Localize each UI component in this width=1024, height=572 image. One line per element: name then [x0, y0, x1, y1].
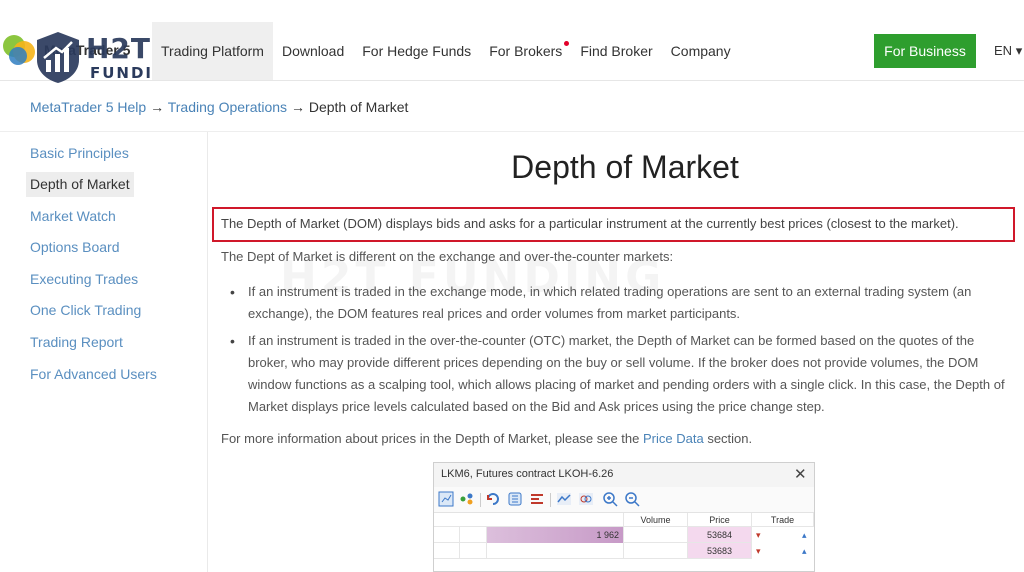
chevron-down-icon: ▾ [1015, 43, 1023, 58]
sidebar-item-one-click-trading[interactable]: One Click Trading [26, 298, 145, 323]
market-difference-text: The Dept of Market is different on the e… [221, 249, 674, 264]
price-data-link[interactable]: Price Data [643, 431, 704, 446]
sell-arrow-icon[interactable]: ▾ [756, 546, 761, 557]
top-navigation: MetaTrader 5 H2T FUNDING Trading Platfor… [0, 0, 1024, 83]
brand-name: H2T [86, 32, 152, 65]
chart-line-icon[interactable] [556, 491, 572, 507]
market-types-list: If an instrument is traded in the exchan… [230, 281, 1015, 423]
sidebar-item-options-board[interactable]: Options Board [26, 235, 124, 260]
dots-icon[interactable] [459, 491, 475, 507]
table-cell [434, 527, 460, 543]
depth-of-market-table: Volume Price Trade 1 962 53684 ▾ ▴ 53683… [434, 513, 814, 571]
column-header-trade: Trade [752, 513, 814, 527]
language-selector[interactable]: EN ▾ [994, 43, 1022, 59]
language-label: EN [994, 43, 1013, 58]
levels-icon[interactable] [529, 491, 545, 507]
depth-of-market-window: LKM6, Futures contract LKOH-6.26 ✕ Volum… [433, 462, 815, 572]
refresh-icon[interactable] [485, 491, 501, 507]
nav-for-brokers-label: For Brokers [489, 43, 563, 59]
breadcrumb-trading-operations-link[interactable]: Trading Operations [168, 99, 287, 115]
more-info-text: For more information about prices in the… [221, 428, 752, 450]
nav-download[interactable]: Download [273, 22, 353, 80]
main-menu: Trading Platform Download For Hedge Fund… [152, 22, 740, 80]
nav-find-broker[interactable]: Find Broker [571, 22, 661, 80]
breadcrumb-arrow-icon: → [290, 99, 305, 115]
sidebar-item-executing-trades[interactable]: Executing Trades [26, 267, 142, 292]
table-cell [487, 543, 624, 559]
nav-company[interactable]: Company [662, 22, 740, 80]
column-header-volume: Volume [624, 513, 688, 527]
list-item: If an instrument is traded in the exchan… [230, 281, 1015, 325]
page-title: Depth of Market [511, 149, 739, 185]
table-cell [624, 543, 688, 559]
price-cell[interactable]: 53684 [688, 527, 752, 543]
more-info-suffix: section. [703, 431, 753, 446]
for-business-button[interactable]: For Business [874, 34, 976, 68]
nav-for-hedge-funds[interactable]: For Hedge Funds [353, 22, 480, 80]
table-cell [460, 527, 487, 543]
zoom-in-icon[interactable] [602, 491, 618, 507]
more-info-prefix: For more information about prices in the… [221, 431, 643, 446]
breadcrumb: MetaTrader 5 Help → Trading Operations →… [30, 99, 408, 115]
buy-arrow-icon[interactable]: ▴ [802, 530, 807, 541]
shield-logo-icon [37, 32, 79, 83]
sidebar-item-market-watch[interactable]: Market Watch [26, 204, 120, 229]
price-cell[interactable]: 53683 [688, 543, 752, 559]
sidebar-item-for-advanced-users[interactable]: For Advanced Users [26, 362, 161, 387]
volume-value: 1 962 [487, 527, 624, 543]
buy-arrow-icon[interactable]: ▴ [802, 546, 807, 557]
sell-arrow-icon[interactable]: ▾ [756, 530, 761, 541]
breadcrumb-arrow-icon: → [150, 99, 165, 115]
link-icon[interactable] [578, 491, 594, 507]
sidebar-item-depth-of-market[interactable]: Depth of Market [26, 172, 134, 197]
depth-icon[interactable] [507, 491, 523, 507]
zoom-out-icon[interactable] [624, 491, 640, 507]
nav-for-brokers[interactable]: For Brokers [480, 22, 571, 80]
highlighted-intro: The Depth of Market (DOM) displays bids … [212, 207, 1015, 242]
sidebar-item-trading-report[interactable]: Trading Report [26, 330, 127, 355]
sidebar: Basic Principles Depth of Market Market … [0, 132, 208, 572]
window-titlebar: LKM6, Futures contract LKOH-6.26 ✕ [434, 463, 814, 487]
breadcrumb-help-link[interactable]: MetaTrader 5 Help [30, 99, 146, 115]
window-title: LKM6, Futures contract LKOH-6.26 [441, 468, 614, 480]
table-cell [624, 527, 688, 543]
notification-dot-icon [564, 41, 570, 46]
table-cell [434, 543, 460, 559]
toolbar-separator [480, 493, 481, 507]
grid-view-icon[interactable] [438, 491, 454, 507]
nav-trading-platform[interactable]: Trading Platform [152, 22, 273, 80]
window-toolbar [434, 487, 814, 513]
sidebar-item-basic-principles[interactable]: Basic Principles [26, 141, 133, 166]
close-icon[interactable]: ✕ [794, 465, 807, 483]
column-header-price: Price [688, 513, 752, 527]
list-item: If an instrument is traded in the over-t… [230, 330, 1015, 418]
breadcrumb-current-page: Depth of Market [308, 99, 409, 115]
table-cell [460, 543, 487, 559]
table-header-cell [434, 513, 624, 527]
toolbar-separator [550, 493, 551, 507]
